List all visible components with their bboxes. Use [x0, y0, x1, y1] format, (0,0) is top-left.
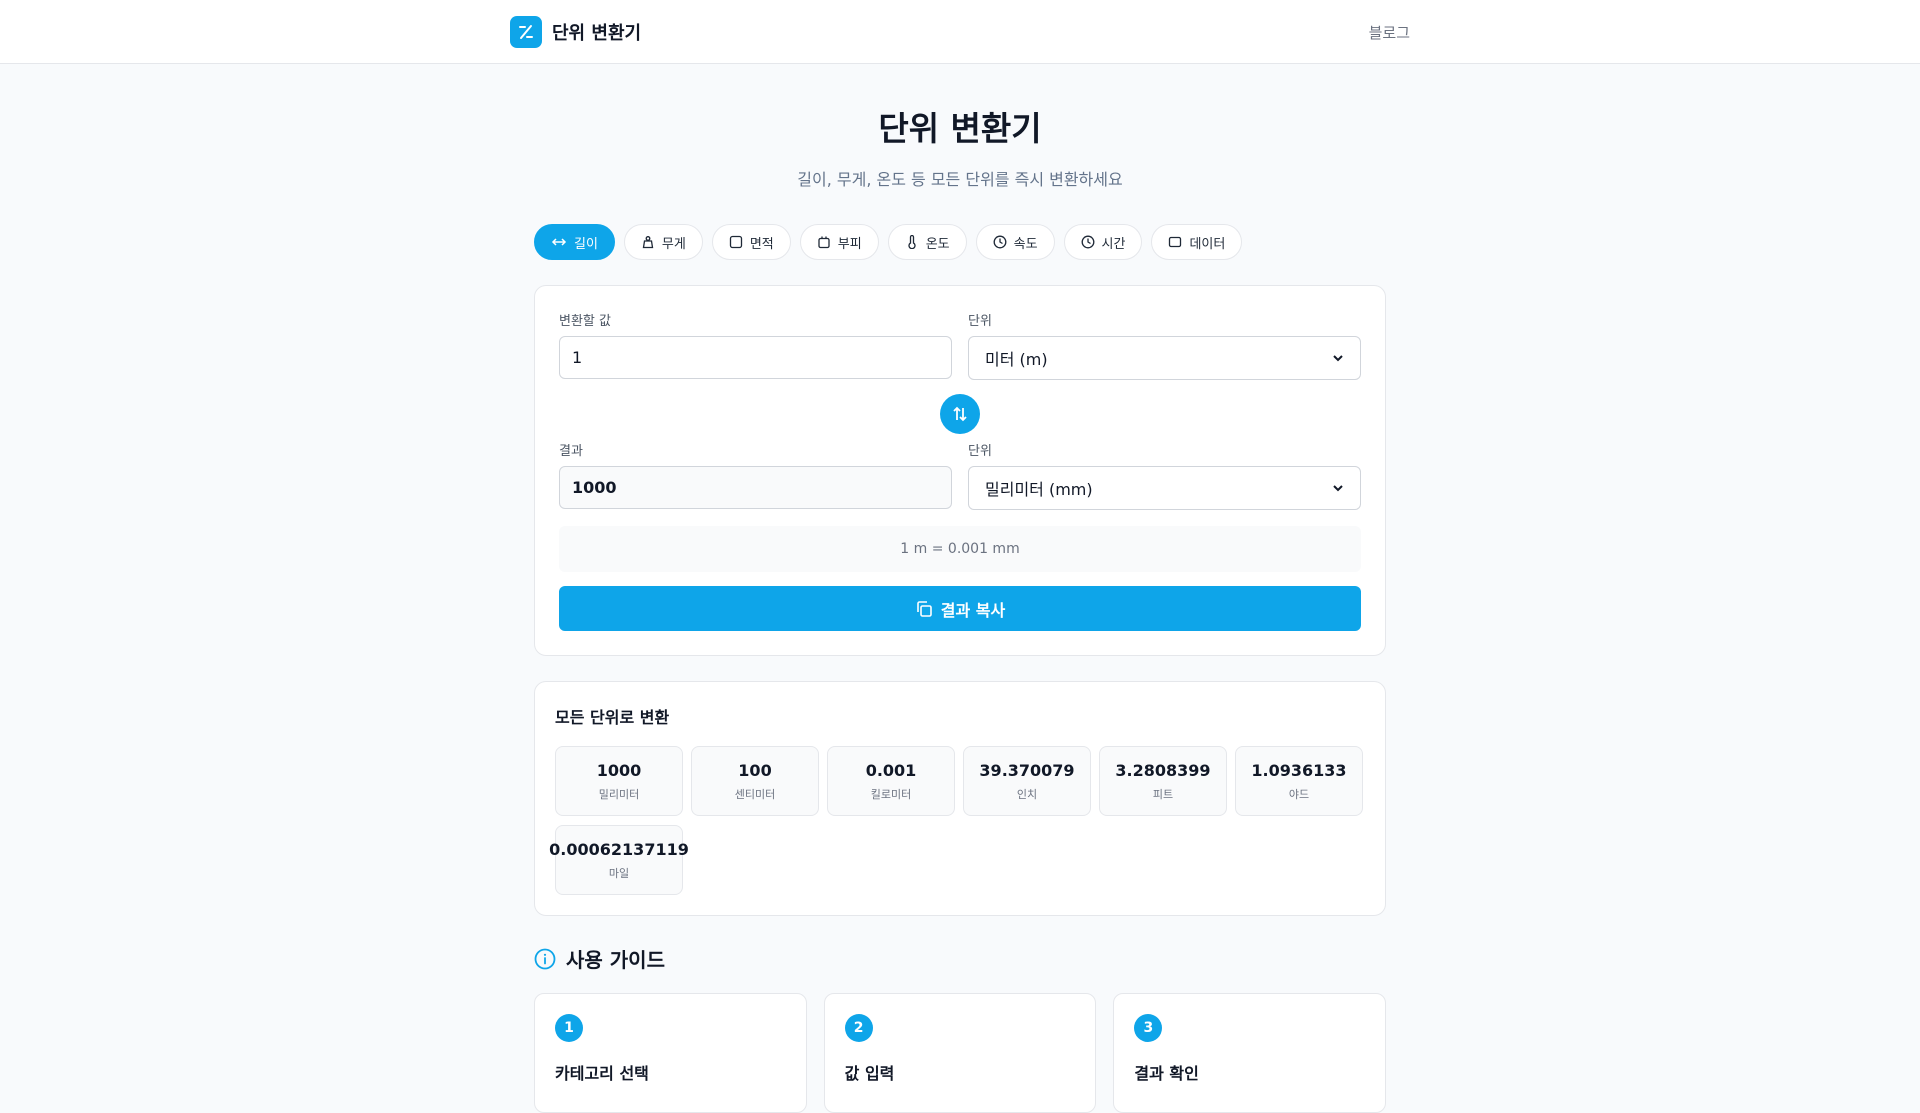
tab-label: 길이	[574, 236, 598, 252]
unit-value: 39.370079	[979, 760, 1075, 780]
logo-icon	[510, 16, 542, 48]
unit-name: 야드	[1288, 787, 1310, 801]
unit-name: 마일	[608, 866, 630, 880]
unit-value: 0.00062137119	[549, 839, 689, 859]
unit-value: 1.0936133	[1251, 760, 1347, 780]
to-unit-column: 단위 밀리미터 (mm)	[968, 440, 1361, 510]
guide-step-1: 1 카테고리 선택	[534, 993, 807, 1113]
tab-label: 데이터	[1189, 236, 1226, 252]
tab-label: 시간	[1101, 236, 1126, 252]
guide-title: 사용 가이드	[566, 948, 665, 972]
category-tabs: 길이 무게 면적 부피 온도 속도 시간 데이터	[534, 224, 1386, 260]
unit-value: 1000	[596, 760, 642, 780]
swap-arrows-icon	[953, 406, 967, 422]
clock-icon	[1081, 235, 1094, 249]
guide-step-3: 3 결과 확인	[1113, 993, 1387, 1113]
all-units-card: 모든 단위로 변환 1000 밀리미터 100 센티미터 0.001 킬로미터 …	[534, 681, 1386, 916]
brand-name: 단위 변환기	[552, 23, 642, 44]
tab-label: 면적	[749, 236, 774, 252]
all-units-title: 모든 단위로 변환	[555, 708, 670, 727]
from-unit-value: 미터 (m)	[985, 350, 1048, 369]
to-row: 결과 단위 밀리미터 (mm)	[559, 440, 1361, 510]
to-unit-select[interactable]: 밀리미터 (mm)	[968, 466, 1361, 510]
copy-result-label: 결과 복사	[940, 600, 1006, 620]
guide-heading: 사용 가이드	[534, 944, 1386, 973]
tab-volume[interactable]: 부피	[799, 224, 879, 260]
guide-steps: 1 카테고리 선택 2 값 입력 3 결과 확인	[534, 993, 1387, 1113]
input-column: 변환할 값	[559, 310, 952, 380]
storage-icon	[1169, 236, 1182, 248]
tab-weight[interactable]: 무게	[623, 224, 703, 260]
from-unit-select[interactable]: 미터 (m)	[968, 336, 1361, 380]
all-units-grid: 1000 밀리미터 100 센티미터 0.001 킬로미터 39.370079 …	[549, 746, 1365, 895]
main-container: 단위 변환기 길이, 무게, 온도 등 모든 단위를 즉시 변환하세요 길이 무…	[534, 64, 1387, 1113]
hero: 단위 변환기 길이, 무게, 온도 등 모든 단위를 즉시 변환하세요	[534, 64, 1386, 190]
to-unit-value: 밀리미터 (mm)	[985, 480, 1093, 499]
unit-name: 킬로미터	[870, 787, 912, 801]
square-icon	[729, 235, 742, 249]
unit-name: 센티미터	[734, 787, 776, 801]
unit-cell-mile[interactable]: 0.00062137119 마일	[549, 825, 689, 895]
tab-time[interactable]: 시간	[1063, 224, 1143, 260]
tab-data[interactable]: 데이터	[1151, 224, 1243, 260]
unit-value: 0.001	[865, 760, 917, 780]
result-label: 결과	[559, 444, 583, 459]
container-icon	[818, 236, 830, 249]
unit-cell-centimeter[interactable]: 100 센티미터	[691, 746, 819, 816]
copy-icon	[916, 600, 932, 617]
unit-value: 100	[738, 760, 772, 780]
step-number: 3	[1134, 1014, 1163, 1042]
unit-cell-foot[interactable]: 3.2808399 피트	[1099, 746, 1227, 816]
chevron-down-icon	[1333, 355, 1343, 362]
from-unit-column: 단위 미터 (m)	[968, 310, 1361, 380]
unit-cell-inch[interactable]: 39.370079 인치	[963, 746, 1091, 816]
step-number: 1	[555, 1014, 583, 1042]
unit-name: 밀리미터	[598, 787, 640, 801]
unit-name: 피트	[1152, 787, 1174, 801]
gauge-icon	[993, 235, 1007, 249]
tab-temperature[interactable]: 온도	[887, 224, 967, 260]
result-output[interactable]	[559, 466, 952, 509]
from-unit-label: 단위	[968, 314, 992, 329]
unit-value: 3.2808399	[1115, 760, 1211, 780]
tab-length[interactable]: 길이	[534, 224, 615, 260]
blog-link[interactable]: 블로그	[1369, 22, 1410, 43]
conversion-ratio: 1 m = 0.001 mm	[559, 526, 1361, 572]
tab-area[interactable]: 면적	[711, 224, 791, 260]
chevron-down-icon	[1333, 485, 1343, 492]
unit-cell-yard[interactable]: 1.0936133 야드	[1235, 746, 1363, 816]
ruler-arrows-icon	[551, 238, 567, 246]
to-unit-label: 단위	[968, 444, 992, 459]
input-label: 변환할 값	[559, 314, 611, 329]
thermometer-icon	[908, 235, 916, 249]
unit-cell-kilometer[interactable]: 0.001 킬로미터	[827, 746, 955, 816]
step-title: 결과 확인	[1134, 1064, 1199, 1083]
swap-units-button[interactable]	[940, 394, 980, 434]
page-title: 단위 변환기	[878, 109, 1042, 148]
tab-label: 무게	[661, 236, 686, 252]
from-row: 변환할 값 단위 미터 (m)	[559, 310, 1361, 380]
step-title: 카테고리 선택	[555, 1064, 649, 1083]
step-number: 2	[844, 1014, 873, 1042]
tab-label: 온도	[925, 236, 950, 252]
result-column: 결과	[559, 440, 952, 510]
tab-label: 부피	[837, 236, 862, 252]
converter-card: 변환할 값 단위 미터 (m)	[534, 285, 1386, 656]
step-title: 값 입력	[844, 1064, 895, 1083]
page-subtitle: 길이, 무게, 온도 등 모든 단위를 즉시 변환하세요	[797, 170, 1123, 189]
tab-speed[interactable]: 속도	[975, 224, 1055, 260]
navbar-inner: 단위 변환기 블로그	[510, 0, 1410, 64]
unit-name: 인치	[1016, 787, 1038, 801]
weight-icon	[642, 236, 654, 249]
swap-wrap	[559, 394, 1361, 434]
unit-cell-millimeter[interactable]: 1000 밀리미터	[555, 746, 683, 816]
top-navbar: 단위 변환기 블로그	[0, 0, 1920, 64]
value-input[interactable]	[559, 336, 952, 379]
guide-step-2: 2 값 입력	[823, 993, 1097, 1113]
brand[interactable]: 단위 변환기	[510, 16, 641, 48]
tab-label: 속도	[1013, 236, 1038, 252]
copy-result-button[interactable]: 결과 복사	[559, 586, 1361, 631]
info-icon	[534, 948, 556, 969]
